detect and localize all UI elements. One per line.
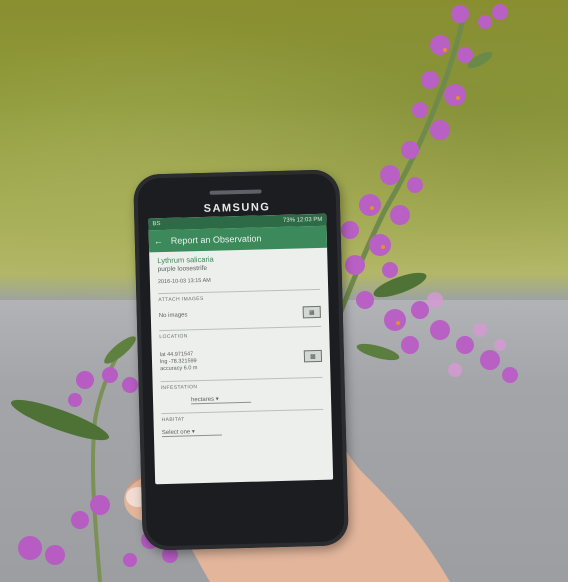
infestation-select[interactable]: hectares ▾ xyxy=(190,394,252,405)
phone-screen: BS 73% 12:03 PM ← Report an Observation … xyxy=(148,213,334,485)
infestation-value: hectares xyxy=(190,396,215,404)
attach-images-header: ATTACH IMAGES xyxy=(158,288,321,304)
satellite-map-icon[interactable]: ▩ xyxy=(303,349,323,363)
smartphone: SAMSUNG BS 73% 12:03 PM ← Report an Obse… xyxy=(133,169,349,551)
screen-title: Report an Observation xyxy=(170,233,262,246)
image-gallery-icon[interactable]: ▦ xyxy=(302,305,321,319)
observation-date[interactable]: 2016-10-03 13:15 AM xyxy=(158,275,320,285)
status-right: 73% 12:03 PM xyxy=(282,216,323,224)
habitat-value: Select one xyxy=(161,429,191,437)
no-images-text: No images xyxy=(158,312,188,320)
habitat-select[interactable]: Select one ▾ xyxy=(161,427,222,438)
habitat-header: HABITAT xyxy=(161,408,324,424)
arrow-left-icon[interactable]: ← xyxy=(154,236,163,246)
accuracy: accuracy 6.0 m xyxy=(160,365,198,373)
observation-form: Lythrum salicaria purple loosestrife 201… xyxy=(149,248,332,442)
chevron-down-icon: ▾ xyxy=(191,429,196,436)
location-values: lat 44.971547 lng -78.321599 accuracy 6.… xyxy=(160,351,198,373)
status-left: BS xyxy=(152,221,161,228)
speaker-grille xyxy=(209,189,262,195)
chevron-down-icon: ▾ xyxy=(215,396,219,403)
location-header: LOCATION xyxy=(159,325,322,341)
infestation-header: INFESTATION xyxy=(160,376,323,392)
